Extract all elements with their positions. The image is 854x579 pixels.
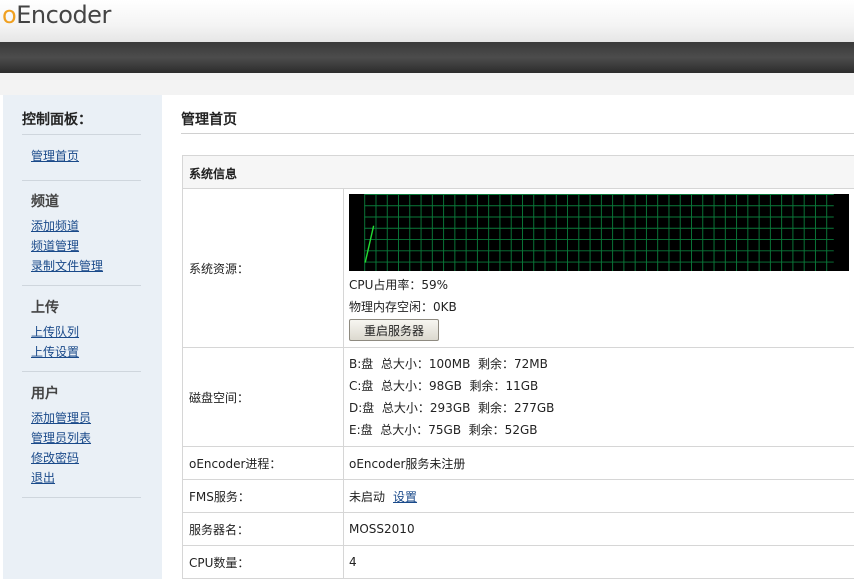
divider xyxy=(181,133,854,134)
page-title: 管理首页 xyxy=(181,112,237,128)
sidebar-link-add-admin[interactable]: 添加管理员 xyxy=(31,409,91,426)
sidebar-link-add-channel[interactable]: 添加频道 xyxy=(31,217,79,234)
restart-server-button[interactable]: 重启服务器 xyxy=(349,319,439,341)
header-bar: oEncoder xyxy=(0,0,854,42)
sidebar-link-admin-list[interactable]: 管理员列表 xyxy=(31,429,91,446)
server-name-label: 服务器名： xyxy=(183,513,344,545)
system-info-table: 系统信息 系统资源： CPU占用率：59% 物理内存空闲：0KB 重启服务器 磁… xyxy=(182,155,854,579)
table-row: FMS服务： 未启动 设置 xyxy=(183,480,854,513)
cpu-usage-text: CPU占用率：59% xyxy=(349,278,449,292)
table-row: 磁盘空间： B:盘 总大小：100MB 剩余：72MB C:盘 总大小：98GB… xyxy=(183,348,854,447)
divider xyxy=(22,285,141,286)
table-row: 服务器名： MOSS2010 xyxy=(183,513,854,546)
fms-status: 未启动 xyxy=(349,489,386,504)
sidebar-heading-channel: 频道 xyxy=(31,194,59,210)
sidebar-link-home[interactable]: 管理首页 xyxy=(31,147,79,164)
divider xyxy=(22,134,141,135)
divider xyxy=(22,497,141,498)
sidebar-link-logout[interactable]: 退出 xyxy=(31,469,55,486)
table-row: oEncoder进程： oEncoder服务未注册 xyxy=(183,447,854,480)
disk-line: D:盘 总大小：293GB 剩余：277GB xyxy=(349,401,555,415)
memory-free-text: 物理内存空闲：0KB xyxy=(349,300,457,314)
disk-line: B:盘 总大小：100MB 剩余：72MB xyxy=(349,357,548,371)
sidebar-link-change-password[interactable]: 修改密码 xyxy=(31,449,79,466)
server-name-value: MOSS2010 xyxy=(349,522,415,536)
sidebar-link-recordings[interactable]: 录制文件管理 xyxy=(31,257,103,274)
cpu-count-label: CPU数量： xyxy=(183,546,344,578)
app-logo: oEncoder xyxy=(2,1,111,29)
sidebar-heading-users: 用户 xyxy=(31,386,59,402)
section-title: 系统信息 xyxy=(183,156,854,189)
process-value: oEncoder服务未注册 xyxy=(349,456,466,471)
nav-bar xyxy=(0,42,854,73)
divider xyxy=(22,371,141,372)
sidebar: 控制面板： 管理首页 频道 添加频道 频道管理 录制文件管理 上传 上传队列 上… xyxy=(3,95,162,579)
sidebar-heading-upload: 上传 xyxy=(31,300,59,316)
table-row: CPU数量： 4 xyxy=(183,546,854,579)
process-label: oEncoder进程： xyxy=(183,447,344,479)
fms-label: FMS服务： xyxy=(183,480,344,512)
disk-line: C:盘 总大小：98GB 剩余：11GB xyxy=(349,379,539,393)
main-content: 管理首页 系统信息 系统资源： CPU占用率：59% 物理内存空闲：0KB 重启… xyxy=(162,95,854,579)
cpu-usage-trace xyxy=(364,225,375,263)
disk-line: E:盘 总大小：75GB 剩余：52GB xyxy=(349,423,538,437)
sidebar-link-upload-settings[interactable]: 上传设置 xyxy=(31,343,79,360)
disk-label: 磁盘空间： xyxy=(183,348,344,446)
resource-label: 系统资源： xyxy=(183,189,344,347)
sidebar-title: 控制面板： xyxy=(22,112,92,128)
fms-settings-link[interactable]: 设置 xyxy=(393,488,417,505)
divider xyxy=(22,180,141,181)
sidebar-link-channel-manage[interactable]: 频道管理 xyxy=(31,237,79,254)
sidebar-link-upload-queue[interactable]: 上传队列 xyxy=(31,323,79,340)
cpu-count-value: 4 xyxy=(349,555,357,569)
table-row: 系统资源： CPU占用率：59% 物理内存空闲：0KB 重启服务器 xyxy=(183,189,854,348)
cpu-usage-graph xyxy=(349,194,849,271)
